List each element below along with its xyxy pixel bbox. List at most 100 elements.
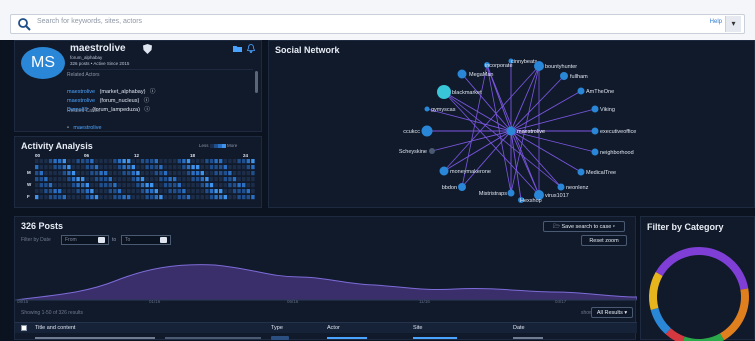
heatmap-cell[interactable]	[136, 165, 140, 170]
heatmap-cell[interactable]	[136, 189, 140, 194]
heatmap-cell[interactable]	[140, 171, 145, 176]
info-icon[interactable]: ⓘ	[144, 107, 150, 113]
heatmap-cell[interactable]	[85, 189, 89, 194]
heatmap-cell[interactable]	[35, 189, 39, 194]
heatmap-cell[interactable]	[209, 195, 214, 200]
heatmap-cell[interactable]	[150, 165, 154, 170]
network-node-label[interactable]: moneymakerone	[450, 169, 491, 175]
heatmap-cell[interactable]	[67, 177, 71, 182]
row-title-content[interactable]	[35, 337, 155, 339]
heatmap-cell[interactable]	[205, 189, 209, 194]
heatmap-cell[interactable]	[99, 195, 103, 200]
heatmap-cell[interactable]	[53, 189, 57, 194]
heatmap-cell[interactable]	[219, 165, 223, 170]
network-node-label[interactable]: executiveoffice	[600, 129, 636, 135]
heatmap-cell[interactable]	[62, 159, 66, 164]
heatmap-cell[interactable]	[200, 195, 204, 200]
heatmap-cell[interactable]	[145, 159, 149, 164]
heatmap-cell[interactable]	[200, 189, 204, 194]
search-bar[interactable]: Search for keywords, sites, actors Help …	[10, 14, 745, 34]
network-node-label[interactable]: neonlenz	[566, 185, 589, 191]
heatmap-cell[interactable]	[71, 177, 76, 182]
heatmap-cell[interactable]	[90, 159, 94, 164]
heatmap-cell[interactable]	[131, 177, 135, 182]
heatmap-cell[interactable]	[168, 159, 172, 164]
heatmap-cell[interactable]	[35, 159, 39, 164]
heatmap-cell[interactable]	[145, 189, 149, 194]
network-node[interactable]	[429, 148, 435, 154]
heatmap-cell[interactable]	[242, 195, 246, 200]
heatmap-cell[interactable]	[71, 183, 76, 188]
heatmap-cell[interactable]	[186, 183, 191, 188]
network-node-label[interactable]: gymyscas	[431, 107, 456, 113]
heatmap-cell[interactable]	[44, 177, 48, 182]
network-node[interactable]	[421, 125, 433, 137]
heatmap-cell[interactable]	[48, 165, 53, 170]
heatmap-cell[interactable]	[237, 177, 241, 182]
heatmap-cell[interactable]	[104, 177, 108, 182]
heatmap-cell[interactable]	[246, 183, 250, 188]
select-all-checkbox[interactable]	[21, 325, 27, 331]
heatmap-cell[interactable]	[76, 195, 80, 200]
heatmap-cell[interactable]	[173, 183, 177, 188]
scrollbar[interactable]	[255, 71, 258, 93]
heatmap-cell[interactable]	[71, 189, 76, 194]
network-node[interactable]	[591, 105, 599, 113]
calendar-icon[interactable]	[98, 237, 105, 243]
network-graph[interactable]: incorporatecinnybeats bountyhunter MegaMan…	[269, 41, 755, 209]
heatmap-cell[interactable]	[99, 189, 103, 194]
heatmap-cell[interactable]	[108, 171, 112, 176]
heatmap-cell[interactable]	[191, 177, 195, 182]
heatmap-cell[interactable]	[159, 171, 163, 176]
heatmap-cell[interactable]	[246, 195, 250, 200]
category-slice[interactable]	[720, 288, 749, 341]
heatmap-cell[interactable]	[58, 195, 62, 200]
heatmap-cell[interactable]	[182, 177, 186, 182]
heatmap-cell[interactable]	[122, 177, 126, 182]
heatmap-cell[interactable]	[71, 159, 76, 164]
heatmap-cell[interactable]	[219, 159, 223, 164]
heatmap-cell[interactable]	[163, 165, 168, 170]
category-donut-chart[interactable]	[643, 237, 755, 341]
heatmap-cell[interactable]	[62, 177, 66, 182]
heatmap-cell[interactable]	[200, 183, 204, 188]
heatmap-cell[interactable]	[90, 195, 94, 200]
heatmap-cell[interactable]	[127, 177, 131, 182]
heatmap-cell[interactable]	[53, 159, 57, 164]
heatmap-cell[interactable]	[58, 165, 62, 170]
save-search-button[interactable]: 🗁 Save search to case ▾	[543, 221, 625, 232]
heatmap-cell[interactable]	[90, 183, 94, 188]
heatmap-cell[interactable]	[196, 177, 200, 182]
heatmap-cell[interactable]	[122, 165, 126, 170]
heatmap-cell[interactable]	[81, 183, 85, 188]
heatmap-cell[interactable]	[219, 177, 223, 182]
heatmap-cell[interactable]	[85, 177, 89, 182]
heatmap-cell[interactable]	[223, 165, 227, 170]
to-date-field[interactable]: To	[121, 235, 171, 245]
show-results-select[interactable]: All Results ▾	[591, 307, 633, 318]
heatmap-cell[interactable]	[131, 189, 135, 194]
info-icon[interactable]: ⓘ	[150, 89, 156, 95]
heatmap-cell[interactable]	[94, 165, 99, 170]
heatmap-cell[interactable]	[76, 171, 80, 176]
heatmap-cell[interactable]	[99, 165, 103, 170]
heatmap-cell[interactable]	[76, 177, 80, 182]
category-slice[interactable]	[650, 307, 671, 335]
heatmap-cell[interactable]	[214, 177, 218, 182]
heatmap-cell[interactable]	[154, 189, 158, 194]
heatmap-cell[interactable]	[196, 189, 200, 194]
heatmap-cell[interactable]	[182, 165, 186, 170]
heatmap-cell[interactable]	[67, 159, 71, 164]
heatmap-cell[interactable]	[53, 171, 57, 176]
heatmap-cell[interactable]	[205, 183, 209, 188]
heatmap-cell[interactable]	[228, 189, 232, 194]
bell-icon[interactable]	[247, 44, 255, 53]
heatmap-cell[interactable]	[35, 177, 39, 182]
heatmap-cell[interactable]	[154, 159, 158, 164]
heatmap-cell[interactable]	[182, 159, 186, 164]
heatmap-cell[interactable]	[117, 165, 122, 170]
heatmap-cell[interactable]	[71, 165, 76, 170]
heatmap-cell[interactable]	[251, 177, 255, 182]
heatmap-cell[interactable]	[163, 159, 168, 164]
heatmap-cell[interactable]	[219, 189, 223, 194]
